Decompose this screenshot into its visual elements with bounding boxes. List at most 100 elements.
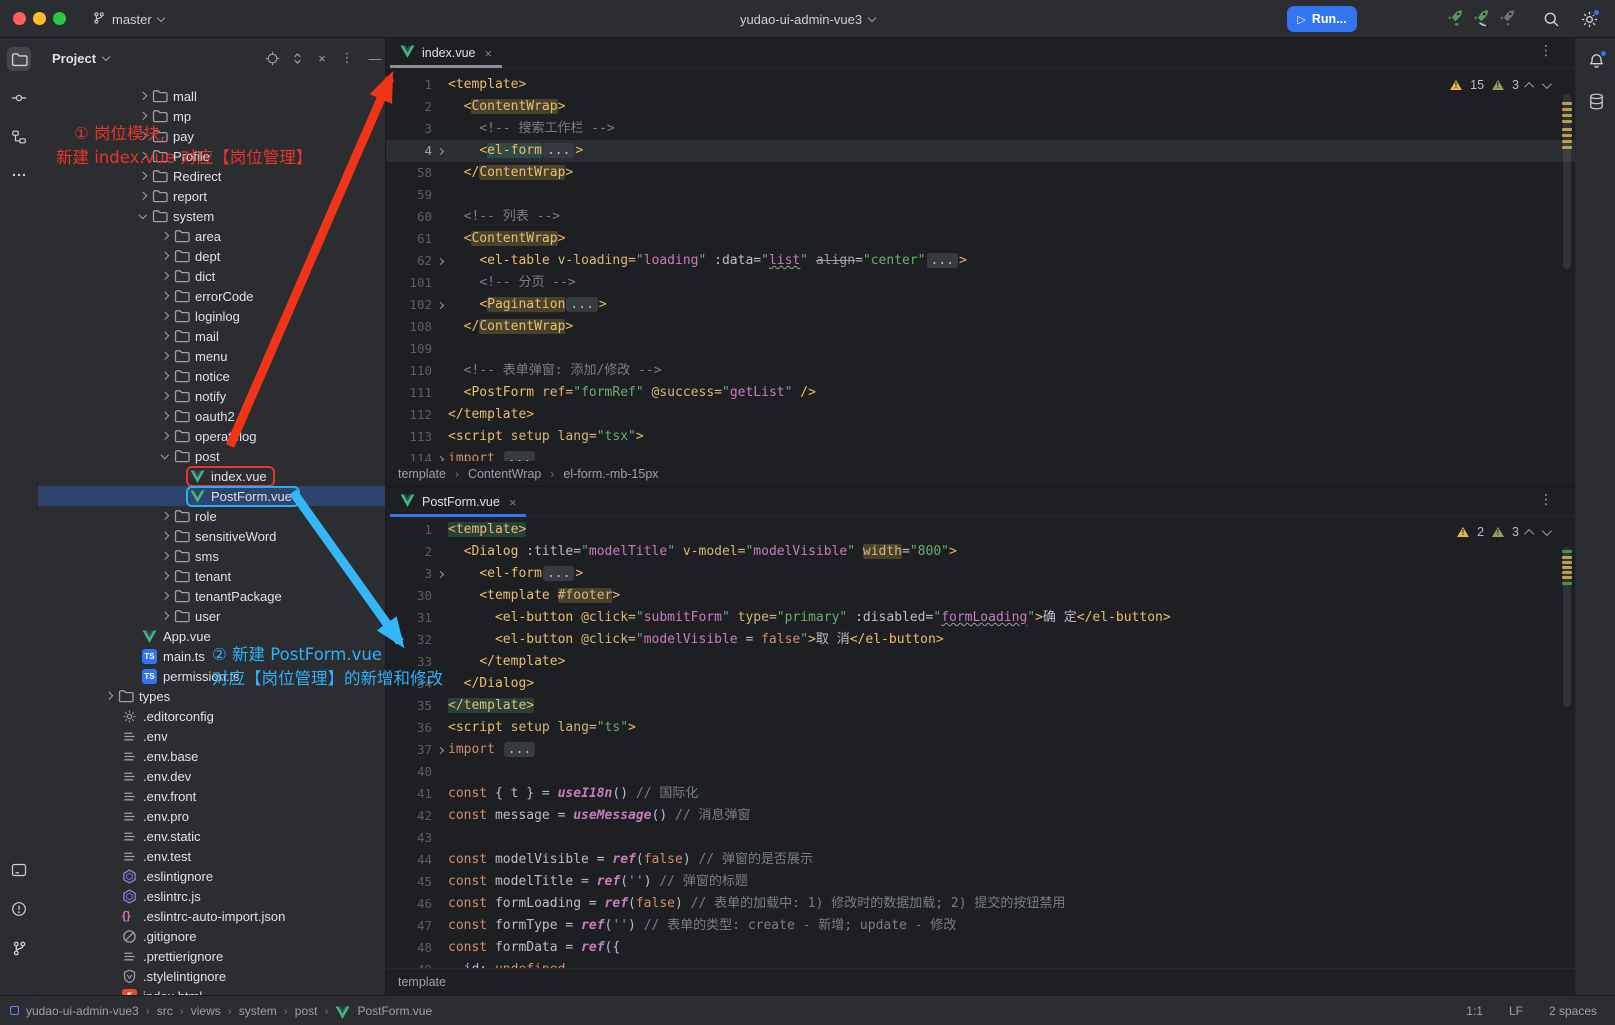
tree-item-tenantPackage[interactable]: tenantPackage xyxy=(38,586,385,606)
mac-zoom-button[interactable] xyxy=(53,12,66,25)
tree-item-.env.pro[interactable]: .env.pro xyxy=(38,806,385,826)
tree-chevron-icon[interactable] xyxy=(134,153,152,159)
tree-chevron-icon[interactable] xyxy=(156,253,174,259)
tree-item-user[interactable]: user xyxy=(38,606,385,626)
tree-item-permission.ts[interactable]: TSpermission.ts xyxy=(38,666,385,686)
tree-item-.env.dev[interactable]: .env.dev xyxy=(38,766,385,786)
profiler-icon-2[interactable] xyxy=(1470,8,1492,30)
mac-close-button[interactable] xyxy=(13,12,26,25)
hide-panel-icon[interactable]: — xyxy=(366,49,384,67)
tab-postform-vue[interactable]: PostForm.vue × xyxy=(390,487,526,517)
fold-region[interactable] xyxy=(432,294,448,316)
structure-tool-icon[interactable] xyxy=(7,125,31,149)
tree-item-area[interactable]: area xyxy=(38,226,385,246)
tree-chevron-icon[interactable] xyxy=(156,313,174,319)
status-file-path[interactable]: yudao-ui-admin-vue3› src› views› system›… xyxy=(10,1003,432,1018)
project-panel-title[interactable]: Project xyxy=(52,51,109,66)
tree-item-.eslintrc-auto-import.json[interactable]: {}.eslintrc-auto-import.json xyxy=(38,906,385,926)
close-tab-icon[interactable]: × xyxy=(509,495,517,510)
tree-chevron-icon[interactable] xyxy=(156,613,174,619)
tree-item-errorCode[interactable]: errorCode xyxy=(38,286,385,306)
tree-chevron-icon[interactable] xyxy=(156,593,174,599)
tree-chevron-icon[interactable] xyxy=(156,573,174,579)
tree-item-menu[interactable]: menu xyxy=(38,346,385,366)
fold-region[interactable] xyxy=(432,448,448,461)
tree-chevron-icon[interactable] xyxy=(134,133,152,139)
error-stripe-mark[interactable] xyxy=(1562,114,1572,117)
indent-setting[interactable]: 2 spaces xyxy=(1549,1004,1597,1018)
select-opened-file-icon[interactable] xyxy=(263,49,281,67)
tree-chevron-icon[interactable] xyxy=(134,113,152,119)
error-stripe[interactable] xyxy=(1561,72,1573,459)
tree-item-.env.base[interactable]: .env.base xyxy=(38,746,385,766)
line-ending[interactable]: LF xyxy=(1509,1004,1523,1018)
tree-item-App.vue[interactable]: App.vue xyxy=(38,626,385,646)
fold-region[interactable] xyxy=(432,739,448,761)
tree-item-.eslintignore[interactable]: .eslintignore xyxy=(38,866,385,886)
tree-item-.env.test[interactable]: .env.test xyxy=(38,846,385,866)
project-tool-icon[interactable] xyxy=(7,47,31,71)
tree-chevron-icon[interactable] xyxy=(156,273,174,279)
fold-region[interactable] xyxy=(432,563,448,585)
search-everywhere-icon[interactable] xyxy=(1540,8,1562,30)
error-stripe-mark[interactable] xyxy=(1562,128,1572,131)
panel-options-icon[interactable]: ⋮ xyxy=(338,49,356,67)
tree-chevron-icon[interactable] xyxy=(156,293,174,299)
tree-item-index.html[interactable]: 5index.html xyxy=(38,986,385,995)
prev-problem-icon[interactable] xyxy=(1524,528,1534,538)
tree-item-.eslintrc.js[interactable]: .eslintrc.js xyxy=(38,886,385,906)
tree-item-Profile[interactable]: Profile xyxy=(38,146,385,166)
tree-chevron-icon[interactable] xyxy=(156,353,174,359)
error-stripe-mark[interactable] xyxy=(1562,108,1572,111)
tab-index-vue[interactable]: index.vue × xyxy=(390,38,502,68)
breadcrumb-item[interactable]: el-form.-mb-15px xyxy=(563,467,658,481)
error-stripe-mark[interactable] xyxy=(1562,134,1572,137)
tree-item-.env[interactable]: .env xyxy=(38,726,385,746)
tree-item-main.ts[interactable]: TSmain.ts xyxy=(38,646,385,666)
tree-item-types[interactable]: types xyxy=(38,686,385,706)
code-editor-index-vue[interactable]: 1<template>2 <ContentWrap>3 <!-- 搜索工作栏 -… xyxy=(386,70,1575,461)
tree-item-loginlog[interactable]: loginlog xyxy=(38,306,385,326)
error-stripe-mark[interactable] xyxy=(1562,102,1572,105)
tree-item-dict[interactable]: dict xyxy=(38,266,385,286)
mac-minimize-button[interactable] xyxy=(33,12,46,25)
tree-item-.gitignore[interactable]: .gitignore xyxy=(38,926,385,946)
tree-item-.editorconfig[interactable]: .editorconfig xyxy=(38,706,385,726)
error-stripe-mark[interactable] xyxy=(1562,556,1572,559)
run-button[interactable]: ▷ Run... xyxy=(1287,6,1357,32)
editor-options-icon[interactable]: ⋮ xyxy=(1539,42,1553,59)
tree-item-mail[interactable]: mail xyxy=(38,326,385,346)
fold-region[interactable] xyxy=(432,140,448,162)
tree-chevron-icon[interactable] xyxy=(156,513,174,519)
tree-item-mp[interactable]: mp xyxy=(38,106,385,126)
close-tab-icon[interactable]: × xyxy=(485,46,493,61)
tree-chevron-icon[interactable] xyxy=(134,214,152,218)
error-stripe-mark[interactable] xyxy=(1562,566,1572,569)
tree-item-system[interactable]: system xyxy=(38,206,385,226)
breadcrumb-item[interactable]: template xyxy=(398,467,446,481)
problems-tool-icon[interactable] xyxy=(7,897,31,921)
settings-gear-icon[interactable] xyxy=(1578,8,1600,30)
breadcrumb-item[interactable]: template xyxy=(398,975,446,989)
notifications-bell-icon[interactable] xyxy=(1585,50,1607,72)
expand-all-icon[interactable] xyxy=(288,49,306,67)
tree-chevron-icon[interactable] xyxy=(134,193,152,199)
tree-chevron-icon[interactable] xyxy=(156,233,174,239)
inspections-widget[interactable]: 2 3 xyxy=(1457,525,1549,539)
error-stripe-mark[interactable] xyxy=(1562,571,1572,574)
tree-item-sensitiveWord[interactable]: sensitiveWord xyxy=(38,526,385,546)
error-stripe-mark[interactable] xyxy=(1562,561,1572,564)
tree-item-pay[interactable]: pay xyxy=(38,126,385,146)
prev-problem-icon[interactable] xyxy=(1524,81,1534,91)
tree-item-notify[interactable]: notify xyxy=(38,386,385,406)
commit-tool-icon[interactable] xyxy=(7,86,31,110)
tree-chevron-icon[interactable] xyxy=(100,693,118,699)
git-tool-icon[interactable] xyxy=(7,936,31,960)
tree-item-index.vue[interactable]: index.vue xyxy=(38,466,385,486)
vcs-branch-widget[interactable]: master xyxy=(86,7,170,31)
tree-chevron-icon[interactable] xyxy=(156,533,174,539)
tree-item-operatelog[interactable]: operatelog xyxy=(38,426,385,446)
tree-item-Redirect[interactable]: Redirect xyxy=(38,166,385,186)
code-editor-postform-vue[interactable]: 1<template>2 <Dialog :title="modelTitle"… xyxy=(386,517,1575,968)
fold-region[interactable] xyxy=(432,250,448,272)
